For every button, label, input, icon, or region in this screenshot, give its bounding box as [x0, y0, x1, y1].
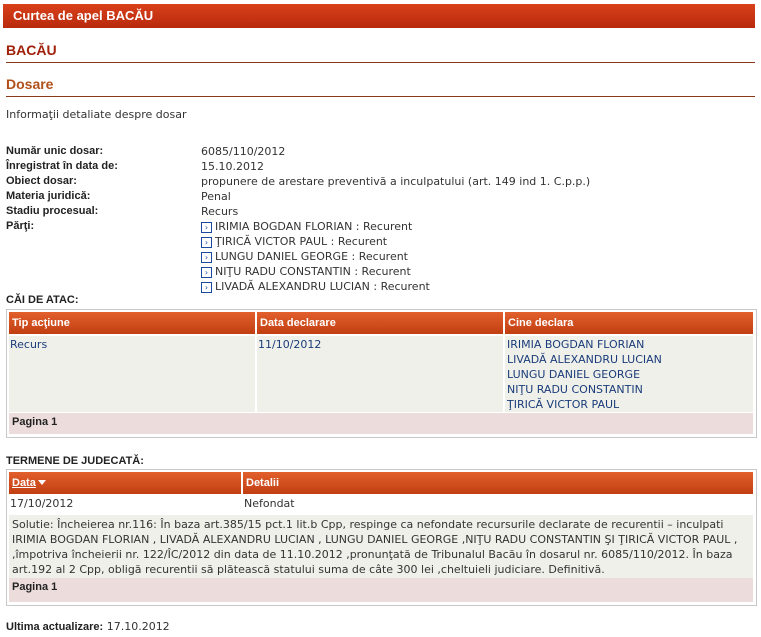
appeal-declarant: LUNGU DANIEL GEORGE	[507, 368, 641, 381]
hearing-date: 17/10/2012	[10, 497, 74, 510]
solution-line: Solutie: Încheierea nr.116: În baza art.…	[12, 518, 724, 531]
solution-line: art.192 al 2 Cpp, obligă recurentii să p…	[12, 563, 605, 576]
appeals-pagination: Pagina 1	[9, 413, 753, 434]
solution-line: IRIMIA BOGDAN FLORIAN , LIVADĂ ALEXANDRU…	[12, 533, 738, 546]
court-title: Curtea de apel BACĂU	[13, 8, 154, 23]
info-label: Număr unic dosar:	[6, 145, 104, 157]
arrow-right-icon: ›	[201, 267, 212, 278]
party-name: IRIMIA BOGDAN FLORIAN : Recurent	[215, 220, 413, 233]
info-row-inregistrat: Înregistrat în data de: 15.10.2012	[6, 159, 751, 174]
hearings-section-label: TERMENE DE JUDECATĂ:	[6, 455, 144, 467]
col-header-data: Data declarare	[257, 312, 503, 334]
info-label: Stadiu procesual:	[6, 205, 99, 217]
sort-date-link[interactable]: Data	[12, 477, 36, 489]
arrow-right-icon: ›	[201, 282, 212, 293]
sort-desc-icon[interactable]	[37, 480, 46, 485]
divider	[6, 96, 755, 97]
info-value: Penal	[201, 190, 231, 203]
last-update-label: Ultima actualizare:	[6, 621, 104, 633]
info-value: propunere de arestare preventivă a incul…	[201, 175, 591, 188]
info-label: Materia juridică:	[6, 190, 91, 202]
last-update: Ultima actualizare: 17.10.2012	[6, 620, 170, 633]
appeals-section-label: CĂI DE ATAC:	[6, 294, 79, 306]
last-update-value: 17.10.2012	[106, 620, 170, 633]
party-name: LIVADĂ ALEXANDRU LUCIAN : Recurent	[215, 280, 430, 293]
party-link[interactable]: › LUNGU DANIEL GEORGE : Recurent	[201, 249, 408, 264]
party-link[interactable]: › ŢIRICĂ VICTOR PAUL : Recurent	[201, 234, 387, 249]
arrow-right-icon: ›	[201, 222, 212, 233]
col-header-details: Detalii	[243, 472, 753, 494]
hearing-solution: Solutie: Încheierea nr.116: În baza art.…	[9, 515, 753, 578]
info-label: Obiect dosar:	[6, 175, 77, 187]
page-subtitle: Informaţii detaliate despre dosar	[6, 108, 187, 121]
info-row-stadiu: Stadiu procesual: Recurs	[6, 204, 751, 219]
info-value: Recurs	[201, 205, 239, 218]
col-header-tip: Tip acţiune	[9, 312, 255, 334]
arrow-right-icon: ›	[201, 252, 212, 263]
info-value: 6085/110/2012	[201, 145, 286, 158]
appeal-type: Recurs	[10, 338, 48, 351]
court-title-bar: Curtea de apel BACĂU	[3, 4, 755, 28]
info-label: Înregistrat în data de:	[6, 160, 118, 172]
col-header-date[interactable]: Data	[9, 472, 241, 494]
info-row-numar: Număr unic dosar: 6085/110/2012	[6, 144, 751, 159]
appeal-declarant: ŢIRICĂ VICTOR PAUL	[507, 398, 620, 411]
info-row-obiect: Obiect dosar: propunere de arestare prev…	[6, 174, 751, 189]
info-row-materia: Materia juridică: Penal	[6, 189, 751, 204]
arrow-right-icon: ›	[201, 237, 212, 248]
appeal-declarant: NIŢU RADU CONSTANTIN	[507, 383, 643, 396]
hearings-pagination: Pagina 1	[9, 578, 753, 602]
section-title: Dosare	[6, 76, 54, 92]
appeals-table: Tip acţiune Data declarare Cine declara …	[6, 309, 757, 438]
solution-line: ,împotriva încheierii nr. 122/ÎC/2012 di…	[12, 548, 733, 561]
divider	[6, 62, 755, 63]
col-header-cine: Cine declara	[505, 312, 753, 334]
appeal-date: 11/10/2012	[258, 338, 322, 351]
party-name: LUNGU DANIEL GEORGE : Recurent	[215, 250, 408, 263]
party-link[interactable]: › IRIMIA BOGDAN FLORIAN : Recurent	[201, 219, 412, 234]
institution-title: BACĂU	[6, 42, 57, 58]
party-name: NIŢU RADU CONSTANTIN : Recurent	[215, 265, 411, 278]
party-link[interactable]: › LIVADĂ ALEXANDRU LUCIAN : Recurent	[201, 279, 430, 294]
appeal-declarant: LIVADĂ ALEXANDRU LUCIAN	[507, 353, 662, 366]
info-label: Părţi:	[6, 220, 35, 232]
appeal-declarant: IRIMIA BOGDAN FLORIAN	[507, 338, 645, 351]
party-link[interactable]: › NIŢU RADU CONSTANTIN : Recurent	[201, 264, 411, 279]
info-value: 15.10.2012	[201, 160, 264, 173]
hearings-table: Data Detalii 17/10/2012 Nefondat Solutie…	[6, 469, 757, 606]
hearing-details: Nefondat	[244, 497, 295, 510]
party-name: ŢIRICĂ VICTOR PAUL : Recurent	[215, 235, 388, 248]
